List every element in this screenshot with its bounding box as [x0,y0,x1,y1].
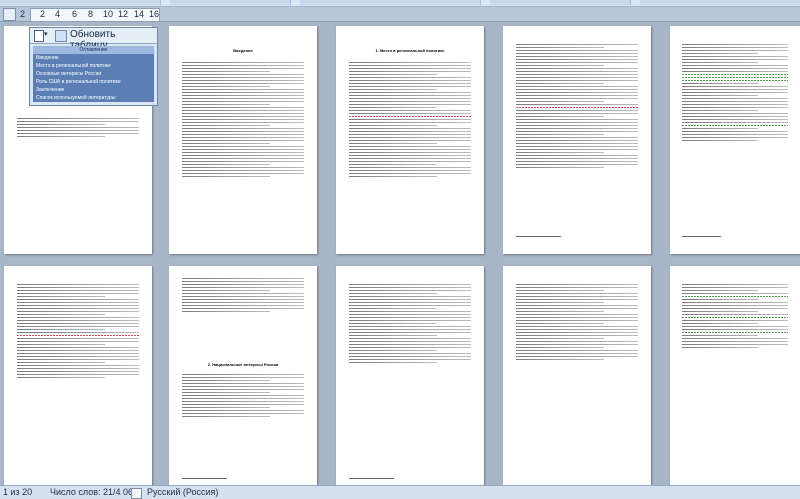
proofing-icon[interactable] [131,488,142,499]
ruler-tick: 4 [55,9,61,19]
ribbon-group[interactable] [0,0,161,5]
ruler-tick: 2 [20,9,26,19]
toc-toolbar: ▾ Обновить таблицу... [30,28,157,51]
page-indicator[interactable]: 1 из 20 [3,486,32,499]
document-page[interactable] [503,26,651,254]
footnote-separator [681,236,721,237]
ruler-tick: 10 [103,9,114,19]
document-page[interactable]: 1. Место в региональной политике [336,26,484,254]
toc-list[interactable]: Оглавление Введение Место в региональной… [33,46,154,102]
footnote-separator [516,236,561,237]
tab-stop-selector[interactable] [3,8,16,21]
document-icon[interactable] [34,30,44,42]
status-bar: 1 из 20 Число слов: 21/4 065 Русский (Ро… [0,485,800,499]
page-heading: 1. Место в региональной политике [375,48,445,53]
ruler-tick: 8 [88,9,94,19]
ruler-tick: 16 [149,9,160,19]
document-page[interactable] [670,26,800,254]
horizontal-ruler[interactable]: 2 2 4 6 8 10 12 14 16 [0,7,800,22]
page-heading: 2. Национальные интересы России [207,362,279,367]
word-count[interactable]: Число слов: 21/4 065 [50,486,138,499]
footnote-separator [182,478,227,479]
ribbon-strip [0,0,800,7]
toc-item[interactable]: Список используемой литературы [36,94,151,103]
document-page[interactable] [503,266,651,494]
ruler-tick: 12 [118,9,129,19]
document-page[interactable] [670,266,800,494]
ruler-tick: 14 [134,9,145,19]
ruler-tick: 2 [40,9,46,19]
toc-options-icon[interactable] [55,30,67,42]
ribbon-group[interactable] [640,0,800,5]
ribbon-group[interactable] [170,0,291,5]
document-page[interactable]: 2. Национальные интересы России [169,266,317,494]
document-page[interactable]: Введение [169,26,317,254]
navigation-pane[interactable]: ▾ Обновить таблицу... Оглавление Введени… [29,27,158,106]
chevron-down-icon[interactable]: ▾ [44,30,48,38]
footnote-separator [349,478,394,479]
page-heading: Введение [233,48,253,53]
ribbon-group[interactable] [490,0,631,5]
ribbon-group[interactable] [300,0,481,5]
document-page[interactable] [336,266,484,494]
ruler-tick: 6 [72,9,78,19]
document-page[interactable] [4,266,152,494]
language-indicator[interactable]: Русский (Россия) [147,486,218,499]
